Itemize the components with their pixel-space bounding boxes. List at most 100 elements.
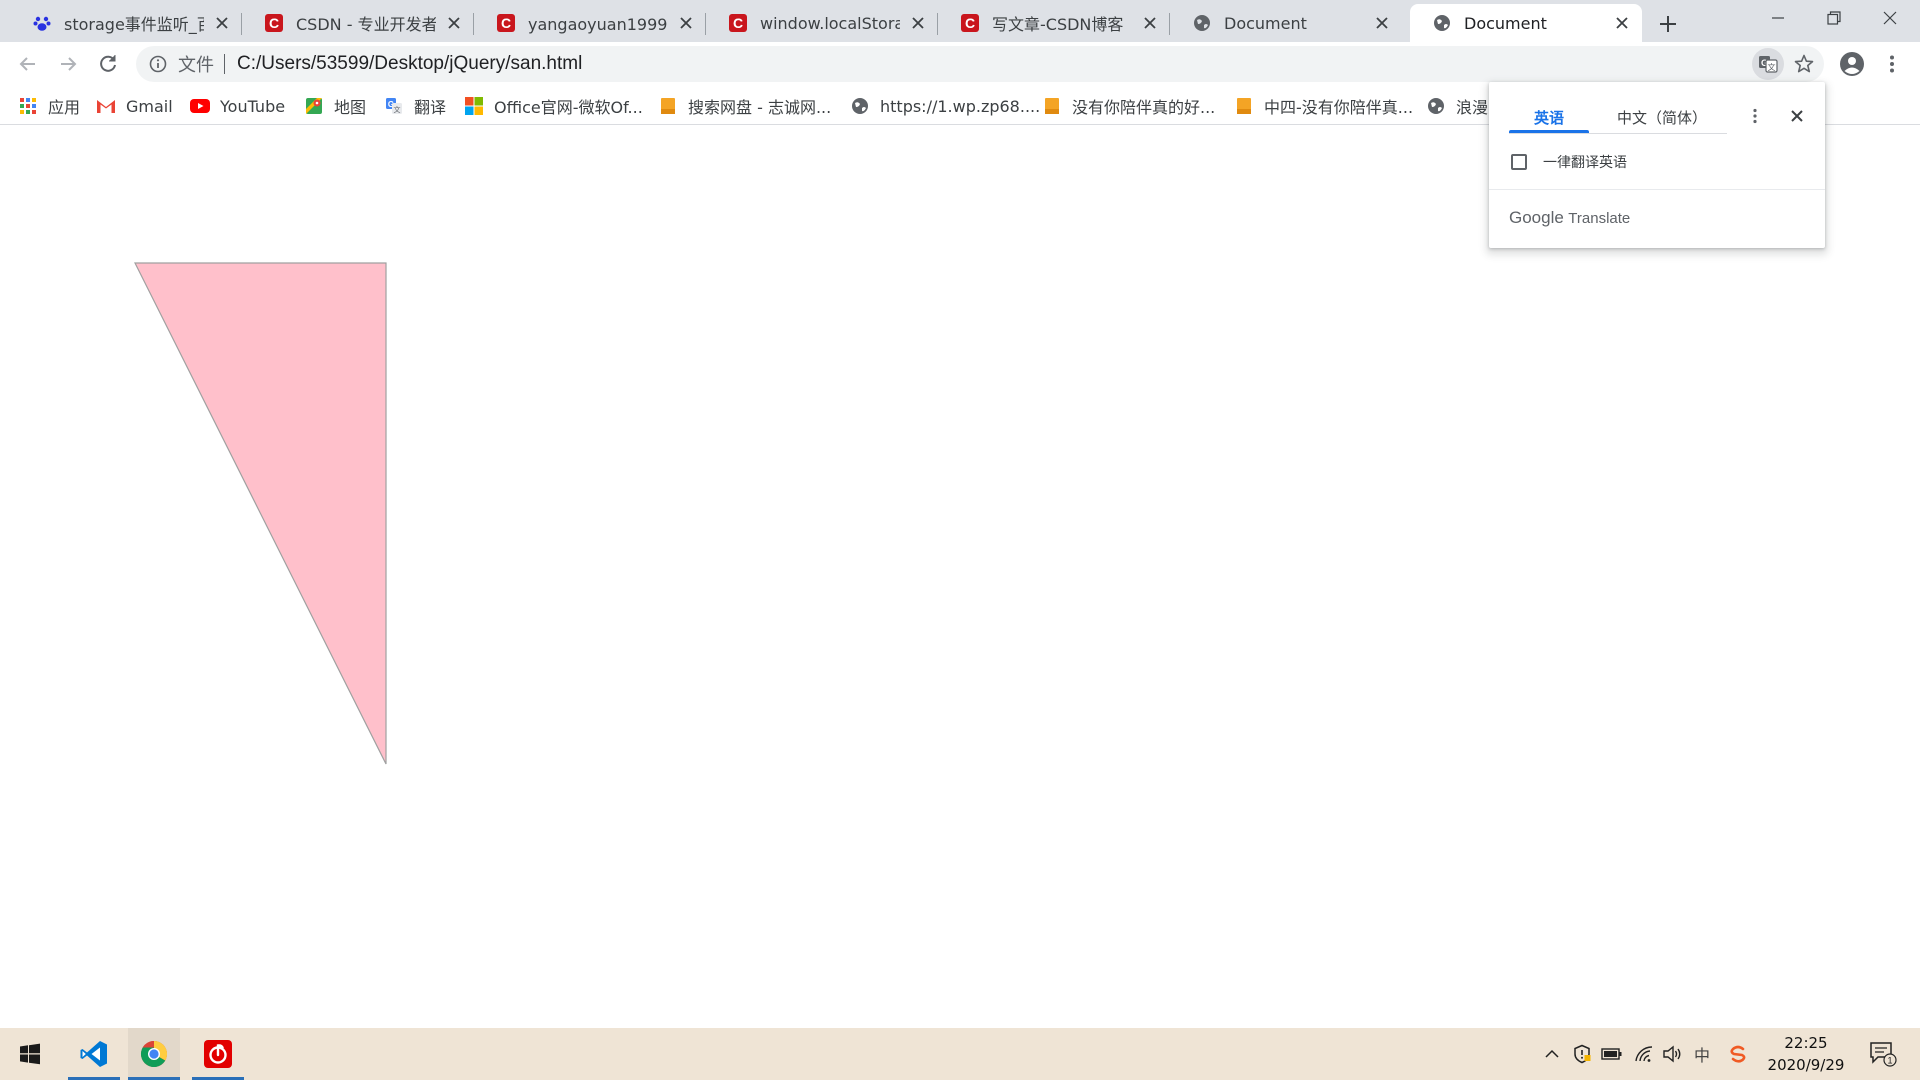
tab-close-icon[interactable] [908,13,928,33]
scheme-divider [224,54,225,74]
address-bar[interactable]: 文件 C:/Users/53599/Desktop/jQuery/san.htm… [136,46,1824,82]
always-translate-label: 一律翻译英语 [1543,155,1627,171]
folder-icon [1234,96,1254,116]
tray-wifi[interactable] [1632,1042,1656,1066]
tab-document-active[interactable]: Document [1410,4,1642,42]
globe-icon [1432,13,1452,33]
translate-page-button[interactable]: G文 [1752,48,1784,80]
bookmark-label: https://1.wp.zp68.... [880,96,1041,116]
bookmark-office[interactable]: Office官网-微软Of... [464,94,643,118]
bookmark-translate[interactable]: G文 翻译 [384,94,446,118]
reload-icon [100,55,116,72]
always-translate-checkbox[interactable] [1511,154,1527,170]
baidu-paw-icon [32,13,52,33]
google-translate-branding: Google Translate [1509,208,1630,228]
back-button[interactable] [12,48,44,80]
bookmark-youtube[interactable]: YouTube [190,94,285,118]
tray-sogou-ime[interactable] [1726,1042,1750,1066]
battery-icon [1601,1048,1622,1060]
tab-document-1[interactable]: Document [1170,4,1402,42]
close-window-button[interactable] [1862,0,1918,36]
folder-icon [658,96,678,116]
bookmark-song-1[interactable]: 没有你陪伴真的好... [1042,94,1215,118]
pink-triangle [134,262,387,765]
shield-warning-icon [1574,1044,1591,1064]
speaker-icon [1663,1045,1681,1063]
taskbar-netease-music[interactable] [192,1028,244,1080]
tab-close-icon[interactable] [676,13,696,33]
bookmark-wp-link[interactable]: https://1.wp.zp68.... [850,94,1040,118]
tab-title: Document [1224,13,1307,33]
restore-icon [1827,11,1841,25]
account-circle-icon [1840,52,1864,76]
profile-button[interactable] [1836,48,1868,80]
windows-start-icon [20,1043,40,1065]
tab-source-language[interactable]: 英语 [1509,100,1589,134]
google-wordmark: Google [1509,208,1564,227]
bookmark-song-2[interactable]: 中四-没有你陪伴真... [1234,94,1413,118]
bookmark-gmail[interactable]: Gmail [96,94,173,118]
tab-csdn-home[interactable]: C CSDN - 专业开发者社区 [242,4,474,42]
tray-volume[interactable] [1660,1042,1684,1066]
bookmark-label: 应用 [48,98,81,117]
show-hidden-icons-button[interactable] [1540,1042,1564,1066]
bookmark-pan-search[interactable]: 搜索网盘 - 志诚网... [658,94,831,118]
bookmark-romance[interactable]: 浪漫 [1426,94,1488,118]
taskbar-chrome[interactable] [128,1028,180,1080]
forward-button[interactable] [52,48,84,80]
minimize-button[interactable] [1750,0,1806,36]
apps-grid-icon [18,96,38,116]
vertical-dots-icon [1753,108,1757,124]
tray-ime[interactable]: 中 [1690,1042,1714,1066]
tab-write-article[interactable]: C 写文章-CSDN博客 [938,4,1170,42]
tab-close-icon[interactable] [1140,13,1160,33]
tab-storage-baidu[interactable]: storage事件监听_百度 [10,4,242,42]
reload-button[interactable] [92,48,124,80]
vscode-icon [80,1041,107,1067]
bookmark-star-button[interactable] [1788,48,1820,80]
tab-close-icon[interactable] [1612,13,1632,33]
tab-csdn-blog[interactable]: C yangaoyuan1999的博客 [474,4,706,42]
restore-button[interactable] [1806,0,1862,36]
chrome-icon [140,1040,168,1068]
translate-options-button[interactable] [1741,102,1769,130]
bookmark-maps[interactable]: 地图 [304,94,366,118]
tab-close-icon[interactable] [444,13,464,33]
chrome-menu-button[interactable] [1876,48,1908,80]
translate-close-button[interactable] [1783,102,1811,130]
start-button[interactable] [4,1028,56,1080]
bookmark-apps[interactable]: 应用 [18,94,80,118]
tray-security[interactable] [1570,1042,1594,1066]
globe-icon [850,96,870,116]
translate-icon: G文 [1759,56,1778,73]
new-tab-button[interactable] [1652,8,1684,40]
tab-target-language[interactable]: 中文（简体） [1597,100,1727,134]
clock-time: 22:25 [1784,1034,1828,1052]
close-icon [1791,110,1803,122]
tab-close-icon[interactable] [1372,13,1392,33]
bookmark-label: Gmail [126,96,173,116]
always-translate-option[interactable]: 一律翻译英语 [1511,152,1627,172]
plus-icon [1660,16,1676,32]
csdn-icon: C [960,13,980,33]
tab-title: CSDN - 专业开发者社区 [296,15,436,34]
translate-wordmark: Translate [1568,210,1631,227]
url-text[interactable]: C:/Users/53599/Desktop/jQuery/san.html [237,53,582,75]
tray-battery[interactable] [1600,1042,1624,1066]
info-icon[interactable] [148,54,168,74]
bookmark-label: 中四-没有你陪伴真... [1264,98,1414,117]
svg-text:文: 文 [1768,62,1776,72]
action-center-button[interactable]: 1 [1868,1040,1898,1068]
windows-taskbar: 中 22:25 2020/9/29 1 [0,1028,1920,1080]
tab-close-icon[interactable] [212,13,232,33]
taskbar-clock[interactable]: 22:25 2020/9/29 [1758,1032,1854,1076]
tab-title: yangaoyuan1999的博客 [528,15,668,34]
bookmark-label: YouTube [220,96,286,116]
taskbar-vscode[interactable] [68,1028,120,1080]
tab-title: window.localStorage [760,13,900,33]
vertical-dots-icon [1890,55,1894,73]
bookmark-label: Office官网-微软Of... [494,98,643,117]
minimize-icon [1772,17,1784,19]
tab-strip: storage事件监听_百度 C CSDN - 专业开发者社区 C yangao… [0,0,1920,42]
tab-localstorage[interactable]: C window.localStorage [706,4,938,42]
